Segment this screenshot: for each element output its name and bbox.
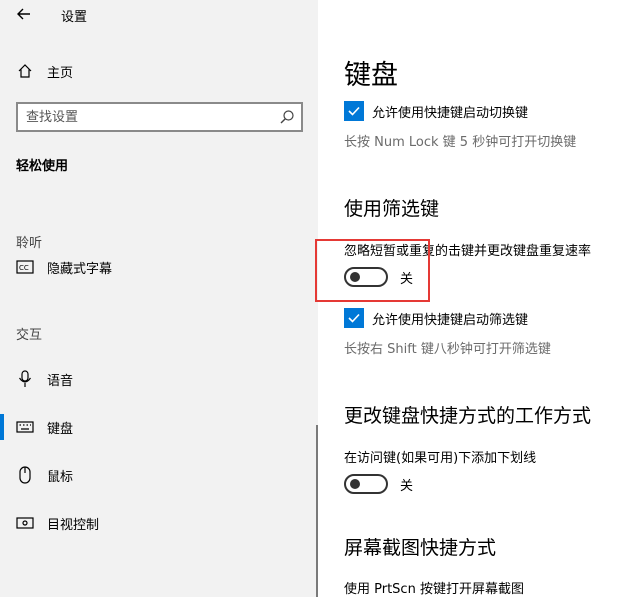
toggle-keys-shortcut-label: 允许使用快捷键启动切换键 — [372, 105, 529, 121]
access-key-underline-toggle[interactable] — [344, 474, 388, 494]
sidebar-item-label: 隐藏式字幕 — [47, 261, 113, 277]
group-label-interaction: 交互 — [16, 328, 43, 343]
checkmark-icon — [348, 106, 360, 116]
sidebar: 设置 主页 轻松使用 聆听 CC 隐藏式字幕 交互 语音 键盘 — [0, 0, 318, 597]
filter-keys-shortcut-checkbox[interactable] — [344, 308, 364, 328]
sidebar-item-speech[interactable]: 语音 — [0, 361, 318, 397]
toggle-keys-shortcut-checkbox[interactable] — [344, 101, 364, 121]
filter-keys-shortcut-checkbox-row[interactable]: 允许使用快捷键启动筛选键 — [344, 308, 528, 328]
access-key-underline-toggle-state: 关 — [400, 478, 414, 494]
category-heading: 轻松使用 — [16, 159, 69, 174]
toggle-knob — [350, 272, 360, 282]
window-title: 设置 — [61, 10, 88, 25]
filter-keys-description: 长按右 Shift 键八秒钟可打开筛选键 — [344, 342, 551, 357]
filter-keys-setting-label: 忽略短暂或重复的击键并更改键盘重复速率 — [344, 244, 592, 259]
search-input[interactable] — [26, 108, 266, 126]
toggle-keys-description: 长按 Num Lock 键 5 秒钟可打开切换键 — [344, 135, 577, 150]
toggle-knob — [350, 479, 360, 489]
search-box — [16, 102, 303, 132]
sidebar-item-keyboard[interactable]: 键盘 — [0, 409, 318, 445]
checkmark-icon — [348, 313, 360, 323]
back-button[interactable] — [12, 2, 36, 26]
toggle-keys-shortcut-checkbox-row[interactable]: 允许使用快捷键启动切换键 — [344, 101, 528, 121]
sidebar-item-mouse[interactable]: 鼠标 — [0, 457, 318, 493]
page-title: 键盘 — [344, 60, 398, 91]
access-key-underline-label: 在访问键(如果可用)下添加下划线 — [344, 451, 537, 466]
home-icon — [16, 62, 34, 80]
filter-keys-toggle[interactable] — [344, 267, 388, 287]
access-key-underline-toggle-row: 关 — [344, 474, 413, 494]
sidebar-item-eye-control[interactable]: 目视控制 — [0, 505, 318, 541]
back-arrow-icon — [17, 8, 30, 20]
sidebar-item-closed-captions[interactable]: CC 隐藏式字幕 — [0, 249, 318, 285]
sidebar-item-home[interactable]: 主页 — [0, 53, 318, 89]
eye-control-icon — [16, 514, 34, 532]
closed-captions-icon: CC — [16, 258, 34, 276]
sidebar-item-label: 鼠标 — [47, 469, 74, 485]
filter-keys-toggle-row: 关 — [344, 267, 413, 287]
filter-keys-shortcut-label: 允许使用快捷键启动筛选键 — [372, 312, 529, 328]
sidebar-item-label: 主页 — [47, 65, 74, 81]
search-icon[interactable] — [279, 109, 295, 125]
sidebar-item-label: 语音 — [47, 373, 74, 389]
microphone-icon — [16, 370, 34, 388]
filter-keys-heading: 使用筛选键 — [344, 198, 440, 220]
sidebar-item-label: 目视控制 — [47, 517, 100, 533]
keyboard-icon — [16, 418, 34, 436]
screenshot-shortcut-heading: 屏幕截图快捷方式 — [344, 537, 497, 559]
svg-text:CC: CC — [19, 264, 29, 272]
prtscn-setting-label: 使用 PrtScn 按键打开屏幕截图 — [344, 582, 524, 597]
filter-keys-toggle-state: 关 — [400, 271, 414, 287]
sidebar-item-label: 键盘 — [47, 421, 74, 437]
keyboard-shortcuts-heading: 更改键盘快捷方式的工作方式 — [344, 405, 592, 427]
mouse-icon — [16, 466, 34, 484]
